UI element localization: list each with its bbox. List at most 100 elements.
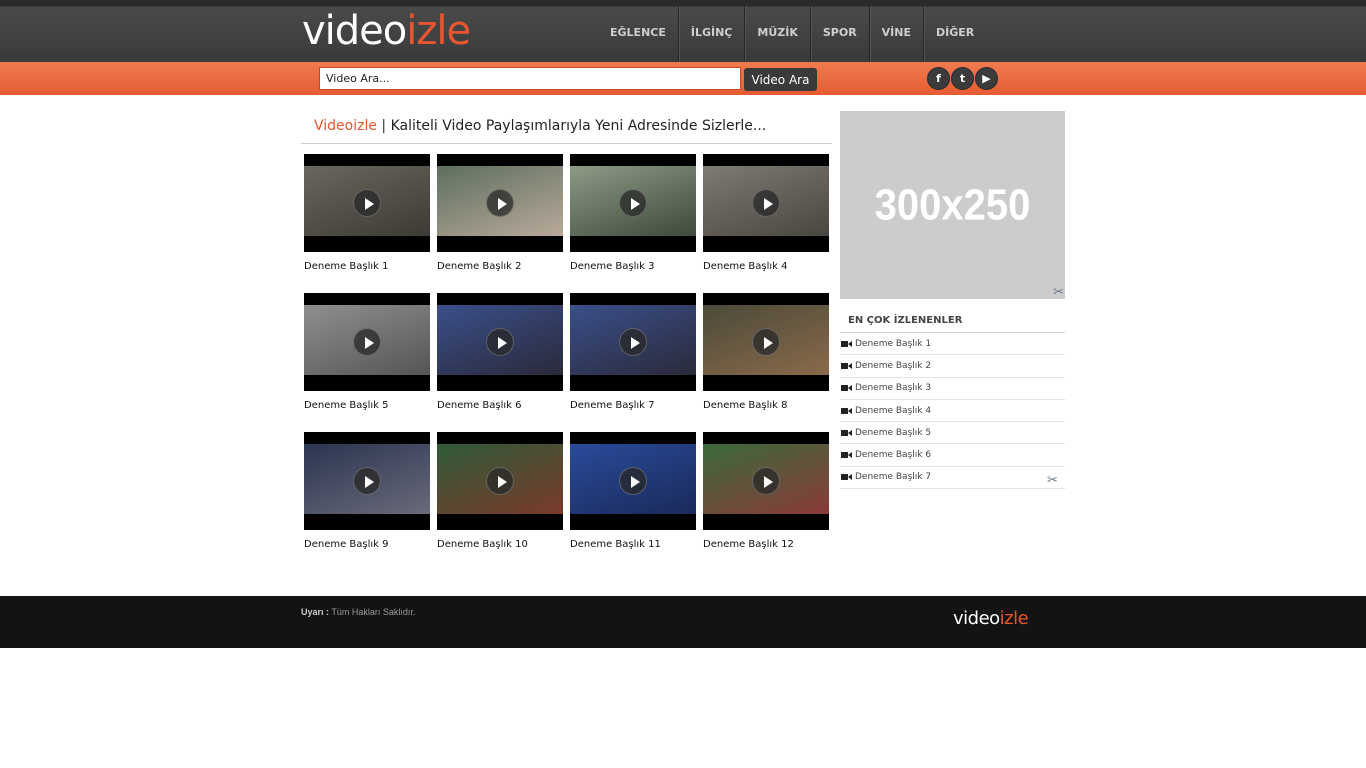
video-card[interactable]: Deneme Başlık 11	[570, 432, 696, 550]
video-thumbnail[interactable]	[570, 293, 696, 391]
page-heading: Videoizle | Kaliteli Video Paylaşımlarıy…	[301, 110, 832, 144]
popular-item-label[interactable]: Deneme Başlık 6	[855, 450, 931, 460]
nav-item-0[interactable]: EĞLENCE	[598, 6, 679, 62]
video-thumbnail[interactable]	[703, 293, 829, 391]
play-icon[interactable]	[353, 467, 381, 495]
video-title[interactable]: Deneme Başlık 10	[437, 539, 563, 550]
play-icon[interactable]	[486, 328, 514, 356]
play-icon[interactable]	[619, 467, 647, 495]
play-icon[interactable]	[486, 467, 514, 495]
video-title[interactable]: Deneme Başlık 1	[304, 261, 430, 272]
footer-logo-video: video	[953, 608, 1000, 629]
nav-item-2[interactable]: MÜZİK	[745, 6, 811, 62]
heading-tagline: Kaliteli Video Paylaşımlarıyla Yeni Adre…	[390, 118, 767, 134]
video-thumbnail[interactable]	[437, 154, 563, 252]
video-thumbnail[interactable]	[437, 432, 563, 530]
video-card[interactable]: Deneme Başlık 4	[703, 154, 829, 272]
video-camera-icon	[840, 472, 855, 482]
video-title[interactable]: Deneme Başlık 6	[437, 400, 563, 411]
video-camera-icon	[840, 361, 855, 371]
popular-item[interactable]: Deneme Başlık 3	[840, 378, 1065, 400]
popular-item[interactable]: Deneme Başlık 4	[840, 400, 1065, 423]
play-icon[interactable]	[353, 189, 381, 217]
video-card[interactable]: Deneme Başlık 12	[703, 432, 829, 550]
video-card[interactable]: Deneme Başlık 1	[304, 154, 430, 272]
video-title[interactable]: Deneme Başlık 9	[304, 539, 430, 550]
nav-item-4[interactable]: VİNE	[870, 6, 924, 62]
nav-item-3[interactable]: SPOR	[811, 6, 870, 62]
top-header: videoizle EĞLENCE İLGİNÇ MÜZİK SPOR VİNE DİĞE…	[0, 0, 1366, 62]
footer-warning-label: Uyarı :	[301, 607, 330, 617]
logo-text-video: video	[302, 8, 407, 54]
popular-item[interactable]: Deneme Başlık 1	[840, 333, 1065, 356]
video-title[interactable]: Deneme Başlık 12	[703, 539, 829, 550]
video-card[interactable]: Deneme Başlık 10	[437, 432, 563, 550]
ad-banner[interactable]: 300x250 ✂	[840, 111, 1065, 299]
play-icon[interactable]	[353, 328, 381, 356]
popular-item[interactable]: Deneme Başlık 7	[840, 467, 1065, 490]
video-title[interactable]: Deneme Başlık 11	[570, 539, 696, 550]
video-title[interactable]: Deneme Başlık 5	[304, 400, 430, 411]
video-thumbnail[interactable]	[304, 432, 430, 530]
social-links: f t ▶	[927, 67, 998, 90]
video-camera-icon	[840, 450, 855, 460]
play-icon[interactable]	[752, 189, 780, 217]
search-button[interactable]: Video Ara	[744, 68, 817, 91]
play-icon[interactable]	[619, 189, 647, 217]
widget-tool-icon[interactable]: ✂	[1047, 472, 1058, 488]
play-icon[interactable]	[486, 189, 514, 217]
video-thumbnail[interactable]	[703, 432, 829, 530]
popular-item-label[interactable]: Deneme Başlık 5	[855, 428, 931, 438]
video-camera-icon	[840, 428, 855, 438]
video-card[interactable]: Deneme Başlık 5	[304, 293, 430, 411]
video-thumbnail[interactable]	[304, 154, 430, 252]
play-icon[interactable]	[752, 328, 780, 356]
logo-text-izle: izle	[406, 8, 471, 54]
play-icon[interactable]	[752, 467, 780, 495]
video-title[interactable]: Deneme Başlık 4	[703, 261, 829, 272]
facebook-icon[interactable]: f	[927, 67, 950, 90]
footer-warning-text: Tüm Hakları Saklıdır.	[329, 607, 416, 617]
heading-brand: Videoizle	[314, 118, 377, 134]
popular-item-label[interactable]: Deneme Başlık 3	[855, 383, 931, 393]
site-logo[interactable]: videoizle	[302, 8, 471, 54]
ad-label: 300x250	[874, 180, 1031, 229]
video-thumbnail[interactable]	[437, 293, 563, 391]
twitter-icon[interactable]: t	[951, 67, 974, 90]
popular-list: Deneme Başlık 1 Deneme Başlık 2 Deneme Baş…	[840, 333, 1065, 490]
heading-separator: |	[381, 118, 387, 134]
video-card[interactable]: Deneme Başlık 8	[703, 293, 829, 411]
popular-item-label[interactable]: Deneme Başlık 4	[855, 406, 931, 416]
video-card[interactable]: Deneme Başlık 2	[437, 154, 563, 272]
video-card[interactable]: Deneme Başlık 6	[437, 293, 563, 411]
search-bar: Video Ara ft▶	[0, 62, 1366, 95]
video-thumbnail[interactable]	[703, 154, 829, 252]
video-card[interactable]: Deneme Başlık 3	[570, 154, 696, 272]
footer-copyright: Uyarı : Tüm Hakları Saklıdır.	[301, 607, 415, 617]
main-nav: EĞLENCE İLGİNÇ MÜZİK SPOR VİNE DİĞER	[598, 6, 986, 62]
video-card[interactable]: Deneme Başlık 9	[304, 432, 430, 550]
ad-tool-icon[interactable]: ✂	[1053, 284, 1064, 300]
video-thumbnail[interactable]	[304, 293, 430, 391]
nav-item-5[interactable]: DİĞER	[924, 6, 986, 62]
youtube-icon[interactable]: ▶	[975, 67, 998, 90]
footer-logo[interactable]: videoizle	[953, 608, 1029, 629]
popular-item-label[interactable]: Deneme Başlık 7	[855, 472, 931, 482]
video-title[interactable]: Deneme Başlık 7	[570, 400, 696, 411]
video-title[interactable]: Deneme Başlık 2	[437, 261, 563, 272]
nav-item-1[interactable]: İLGİNÇ	[679, 6, 746, 62]
popular-item[interactable]: Deneme Başlık 2	[840, 355, 1065, 378]
footer: Uyarı : Tüm Hakları Saklıdır. videoizle	[0, 596, 1366, 648]
video-thumbnail[interactable]	[570, 432, 696, 530]
video-card[interactable]: Deneme Başlık 7	[570, 293, 696, 411]
popular-item-label[interactable]: Deneme Başlık 1	[855, 339, 931, 349]
popular-item[interactable]: Deneme Başlık 6	[840, 444, 1065, 467]
search-input[interactable]	[319, 67, 741, 90]
video-title[interactable]: Deneme Başlık 3	[570, 261, 696, 272]
play-icon[interactable]	[619, 328, 647, 356]
video-camera-icon	[840, 406, 855, 416]
video-title[interactable]: Deneme Başlık 8	[703, 400, 829, 411]
popular-item[interactable]: Deneme Başlık 5	[840, 422, 1065, 445]
popular-item-label[interactable]: Deneme Başlık 2	[855, 361, 931, 371]
video-thumbnail[interactable]	[570, 154, 696, 252]
